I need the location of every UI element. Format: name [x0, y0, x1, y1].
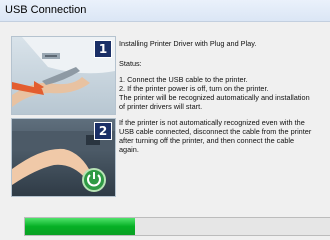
status-label: Status: [119, 59, 142, 68]
step-line: The printer will be recognized automatic… [119, 93, 310, 102]
step-2-illustration: 2 [11, 118, 116, 197]
step-1-illustration: 1 [11, 36, 116, 115]
install-progress-bar [24, 217, 330, 236]
progress-fill [25, 218, 136, 235]
title-bar: USB Connection [0, 0, 330, 22]
note-line: USB cable connected, disconnect the cabl… [119, 127, 312, 136]
step-line: 2. If the printer power is off, turn on … [119, 84, 269, 93]
step-2-badge: 2 [94, 122, 112, 140]
note-line: If the printer is not automatically reco… [119, 118, 305, 127]
step-line: of printer drivers will start. [119, 102, 203, 111]
step-1-badge: 1 [94, 40, 112, 58]
note-line: after turning off the printer, and then … [119, 136, 295, 145]
recognition-note: If the printer is not automatically reco… [119, 118, 330, 154]
note-line: again. [119, 145, 139, 154]
dialog-content: 1 2 Installing Printer Driver with Plug … [0, 22, 330, 240]
instruction-heading: Installing Printer Driver with Plug and … [119, 39, 257, 48]
instruction-steps: 1. Connect the USB cable to the printer.… [119, 75, 330, 111]
step-line: 1. Connect the USB cable to the printer. [119, 75, 248, 84]
window-title: USB Connection [5, 4, 87, 16]
